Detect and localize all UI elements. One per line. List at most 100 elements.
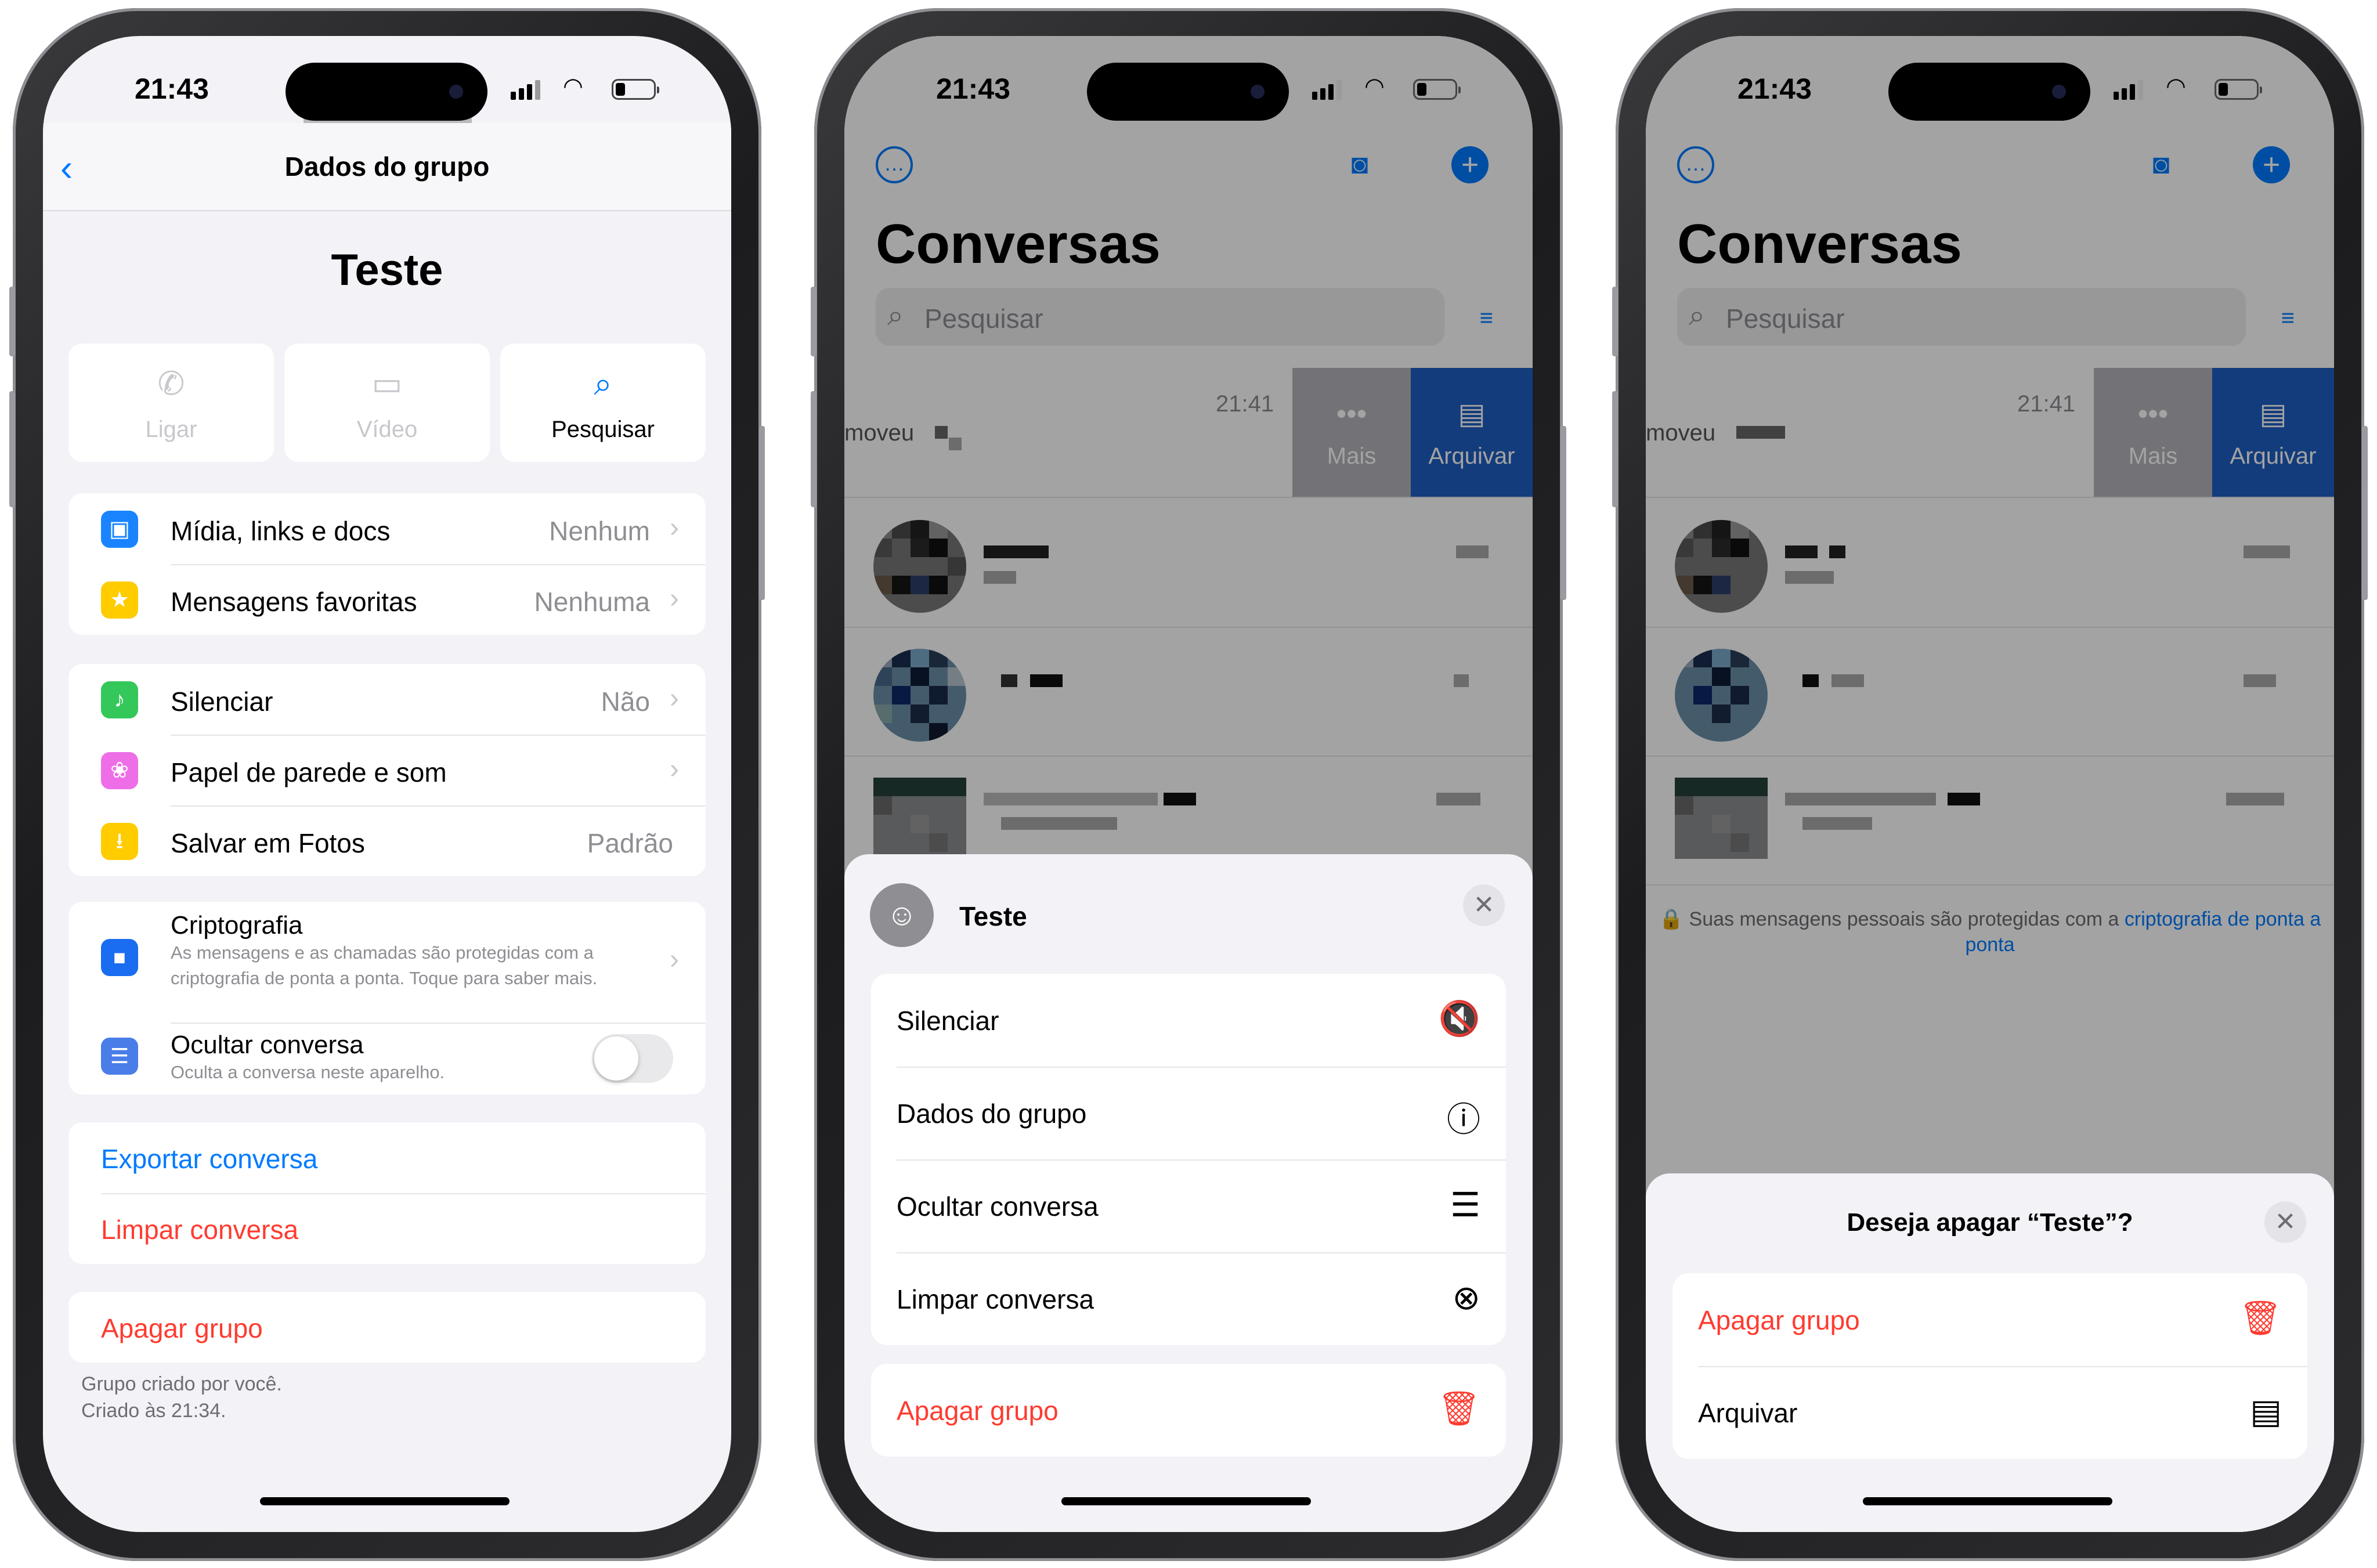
search-label: Pesquisar	[551, 417, 655, 442]
row-value: Nenhuma	[534, 587, 650, 617]
search-button[interactable]: ⌕ Pesquisar	[500, 344, 706, 462]
hide-chat-desc: Oculta a conversa neste aparelho.	[171, 1062, 445, 1082]
status-bar: 21:43 ◠	[1646, 36, 2334, 121]
delete-confirm-sheet: Deseja apagar “Teste”? ✕ Apagar grupo 🗑 …	[1646, 1173, 2334, 1532]
row-label: Salvar em Fotos	[171, 828, 365, 858]
battery-icon	[1413, 79, 1461, 100]
phone-delete-confirm: … ◙ + Conversas ⌕ Pesquisar ≡ 21:41 move…	[1612, 8, 2368, 1561]
archive-option[interactable]: Arquivar ▤	[1672, 1366, 2307, 1459]
status-icons: ◠	[1312, 74, 1461, 102]
trash-icon: 🗑	[1437, 1390, 1480, 1428]
status-time: 21:43	[1737, 73, 1812, 105]
phone-chat-menu: … ◙ + Conversas ⌕ Pesquisar ≡ 21:41 move…	[811, 8, 1566, 1561]
search-icon: ⌕	[594, 365, 612, 402]
call-label: Ligar	[145, 417, 197, 442]
starred-messages-row[interactable]: ★ Mensagens favoritas Nenhuma ›	[68, 564, 706, 635]
close-icon[interactable]: ✕	[1463, 884, 1505, 926]
wifi-icon: ◠	[563, 74, 583, 99]
status-icons: ◠	[2114, 74, 2262, 102]
speaker-icon: ♪	[101, 681, 138, 718]
dynamic-island	[1888, 63, 2090, 121]
wifi-icon: ◠	[2166, 74, 2186, 99]
mute-icon: 🔇	[1438, 1000, 1480, 1038]
battery-icon	[612, 79, 659, 100]
chevron-right-icon: ›	[670, 944, 679, 975]
battery-icon	[2215, 79, 2262, 100]
delete-group-label: Apagar grupo	[101, 1313, 263, 1343]
chevron-right-icon: ›	[670, 754, 679, 785]
privacy-group: ■ Criptografia As mensagens e as chamada…	[68, 902, 706, 1094]
created-by: Grupo criado por você.	[81, 1373, 282, 1395]
video-button[interactable]: ▭ Vídeo	[284, 344, 490, 462]
option-label: Arquivar	[1698, 1398, 1798, 1428]
status-icons: ◠	[511, 74, 659, 102]
wifi-icon: ◠	[1364, 74, 1385, 99]
delete-group-option[interactable]: Apagar grupo 🗑	[871, 1364, 1506, 1457]
side-button	[9, 391, 15, 507]
group-info-option[interactable]: Dados do grupo ⓘ	[871, 1067, 1506, 1159]
save-icon: ⭳	[101, 823, 138, 860]
hide-chat-icon: ☰	[101, 1038, 138, 1075]
home-indicator[interactable]	[260, 1497, 510, 1505]
side-button	[2362, 426, 2368, 600]
home-indicator[interactable]	[1061, 1497, 1311, 1505]
wallpaper-sound-row[interactable]: ❀ Papel de parede e som ›	[68, 735, 706, 805]
delete-group-option[interactable]: Apagar grupo 🗑	[1672, 1273, 2307, 1366]
close-icon[interactable]: ✕	[2264, 1201, 2306, 1243]
sheet-options: Silenciar 🔇 Dados do grupo ⓘ Ocultar con…	[871, 974, 1506, 1345]
star-icon: ★	[101, 581, 138, 619]
side-button	[811, 287, 817, 356]
option-label: Limpar conversa	[897, 1284, 1094, 1314]
mute-row[interactable]: ♪ Silenciar Não ›	[68, 664, 706, 735]
media-links-docs-row[interactable]: ▣ Mídia, links e docs Nenhum ›	[68, 493, 706, 564]
trash-icon: 🗑	[2239, 1299, 2282, 1337]
option-label: Dados do grupo	[897, 1099, 1087, 1129]
media-group: ▣ Mídia, links e docs Nenhum › ★ Mensage…	[68, 493, 706, 635]
option-label: Apagar grupo	[897, 1396, 1059, 1426]
option-label: Ocultar conversa	[897, 1191, 1099, 1222]
side-button	[759, 426, 765, 600]
delete-group-row[interactable]: Apagar grupo	[68, 1292, 706, 1363]
delete-section: Apagar grupo 🗑	[871, 1364, 1506, 1457]
side-button	[1612, 391, 1618, 507]
row-value: Nenhum	[549, 516, 650, 546]
photo-icon: ▣	[101, 511, 138, 548]
home-indicator[interactable]	[1863, 1497, 2112, 1505]
lock-chat-icon: ☰	[1450, 1186, 1480, 1224]
encryption-desc: As mensagens e as chamadas são protegida…	[171, 942, 598, 988]
settings-group: ♪ Silenciar Não › ❀ Papel de parede e so…	[68, 664, 706, 876]
export-chat-row[interactable]: Exportar conversa	[68, 1122, 706, 1193]
info-icon: ⓘ	[1446, 1101, 1480, 1139]
delete-group-section: Apagar grupo	[68, 1292, 706, 1363]
chat-options-sheet: ☺ Teste ✕ Silenciar 🔇 Dados do grupo ⓘ O…	[844, 854, 1533, 1532]
encryption-title: Criptografia	[171, 911, 303, 940]
mute-option[interactable]: Silenciar 🔇	[871, 974, 1506, 1067]
nav-title: Dados do grupo	[284, 151, 490, 182]
status-bar: 21:43 ◠	[43, 36, 731, 121]
row-value: Não	[601, 687, 650, 717]
save-to-photos-row[interactable]: ⭳ Salvar em Fotos Padrão	[68, 805, 706, 876]
clear-chat-option[interactable]: Limpar conversa ⊗	[871, 1252, 1506, 1345]
video-icon: ▭	[371, 365, 403, 402]
call-button[interactable]: ✆ Ligar	[68, 344, 274, 462]
clear-chat-row[interactable]: Limpar conversa	[68, 1193, 706, 1264]
hide-chat-toggle[interactable]	[592, 1034, 673, 1083]
row-label: Silenciar	[171, 687, 273, 717]
side-button	[1612, 287, 1618, 356]
export-chat-label: Exportar conversa	[101, 1144, 318, 1174]
hide-chat-option[interactable]: Ocultar conversa ☰	[871, 1159, 1506, 1252]
side-button	[1560, 426, 1566, 600]
video-label: Vídeo	[356, 417, 418, 442]
row-label: Papel de parede e som	[171, 757, 447, 787]
hide-chat-title: Ocultar conversa	[171, 1031, 364, 1059]
encryption-row[interactable]: ■ Criptografia As mensagens e as chamada…	[68, 902, 706, 1023]
row-label: Mensagens favoritas	[171, 587, 417, 617]
sheet-title: Deseja apagar “Teste”?	[1847, 1208, 2133, 1237]
status-bar: 21:43 ◠	[844, 36, 1533, 121]
screen: … ◙ + Conversas ⌕ Pesquisar ≡ 21:41 move…	[1646, 36, 2334, 1532]
chevron-right-icon: ›	[670, 583, 679, 614]
group-footer: Grupo criado por você. Criado às 21:34.	[81, 1371, 282, 1424]
status-time: 21:43	[135, 73, 209, 105]
group-name: Teste	[331, 245, 443, 295]
archive-icon: ▤	[2250, 1393, 2282, 1430]
